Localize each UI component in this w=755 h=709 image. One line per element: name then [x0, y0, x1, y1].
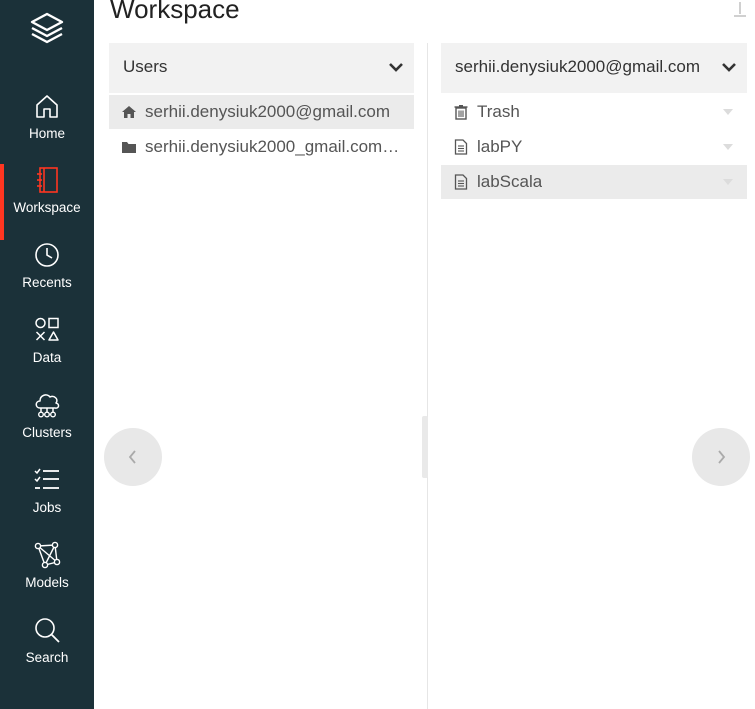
column-divider: [427, 43, 428, 709]
list-item-label: labPY: [477, 137, 523, 156]
scroll-left-button[interactable]: [104, 428, 162, 486]
sidebar-item-label: Recents: [22, 275, 72, 290]
sidebar-item-label: Home: [28, 126, 65, 141]
sidebar-item-label: Jobs: [32, 500, 62, 515]
data-icon: [35, 317, 59, 341]
workspace-column-users: Users serhii.denysiuk2000@gmail.com serh…: [109, 43, 414, 709]
sidebar-item-data[interactable]: Data: [0, 316, 94, 391]
list-item[interactable]: serhii.denysiuk2000_gmail.com#ext#@serhi…: [109, 130, 414, 164]
caret-down-icon[interactable]: [723, 144, 733, 150]
sidebar-item-label: Search: [25, 650, 69, 665]
notebook-icon: [454, 139, 468, 155]
home-icon: [122, 106, 136, 118]
sidebar-item-home[interactable]: Home: [0, 92, 94, 167]
models-icon: [34, 541, 61, 569]
notebook-icon: [454, 174, 468, 190]
chevron-left-icon: [128, 450, 136, 464]
sidebar-item-label: Data: [32, 350, 62, 365]
chevron-right-icon: [718, 450, 726, 464]
list-item[interactable]: labScala: [441, 165, 747, 199]
column-header[interactable]: serhii.denysiuk2000@gmail.com: [441, 43, 747, 93]
list-item-label: labScala: [477, 172, 543, 191]
list-item-label: serhii.denysiuk2000@gmail.com: [145, 102, 390, 121]
list-item-label: Trash: [477, 102, 520, 121]
sidebar-item-recents[interactable]: Recents: [0, 241, 94, 316]
list-item[interactable]: labPY: [441, 130, 747, 164]
pin-icon[interactable]: [731, 0, 749, 22]
databricks-logo-icon[interactable]: [28, 10, 66, 48]
sidebar-item-workspace[interactable]: Workspace: [0, 164, 94, 241]
sidebar-item-label: Models: [25, 575, 69, 590]
clusters-icon: [35, 394, 60, 418]
sidebar-item-search[interactable]: Search: [0, 616, 94, 691]
caret-down-icon[interactable]: [723, 179, 733, 185]
folder-icon: [122, 142, 136, 153]
jobs-icon: [34, 468, 59, 489]
column-header-title: Users: [123, 57, 168, 76]
list-item[interactable]: Trash: [441, 95, 747, 129]
clock-icon: [35, 243, 59, 267]
list-item[interactable]: serhii.denysiuk2000@gmail.com: [109, 95, 414, 129]
caret-down-icon[interactable]: [723, 109, 733, 115]
sidebar-item-label: Clusters: [22, 425, 72, 440]
chevron-down-icon[interactable]: [721, 61, 737, 73]
column-header-title: serhii.denysiuk2000@gmail.com: [455, 57, 700, 76]
chevron-down-icon[interactable]: [388, 61, 404, 73]
search-icon: [35, 618, 60, 643]
resize-handle[interactable]: [422, 416, 428, 478]
list-item-label: serhii.denysiuk2000_gmail.com#ext#@serhi…: [145, 137, 407, 156]
trash-icon: [454, 105, 468, 120]
scroll-right-button[interactable]: [692, 428, 750, 486]
sidebar-item-jobs[interactable]: Jobs: [0, 466, 94, 541]
workspace-column-user-folder: serhii.denysiuk2000@gmail.com Trash labP…: [441, 43, 747, 709]
sidebar-item-label: Workspace: [13, 200, 81, 215]
page-title: Workspace: [110, 0, 240, 24]
column-header[interactable]: Users: [109, 43, 414, 93]
sidebar: Home Workspace Recents Data Clusters Job…: [0, 0, 94, 709]
sidebar-item-models[interactable]: Models: [0, 541, 94, 616]
workspace-icon: [37, 167, 58, 193]
sidebar-item-clusters[interactable]: Clusters: [0, 391, 94, 466]
home-icon: [36, 95, 58, 118]
